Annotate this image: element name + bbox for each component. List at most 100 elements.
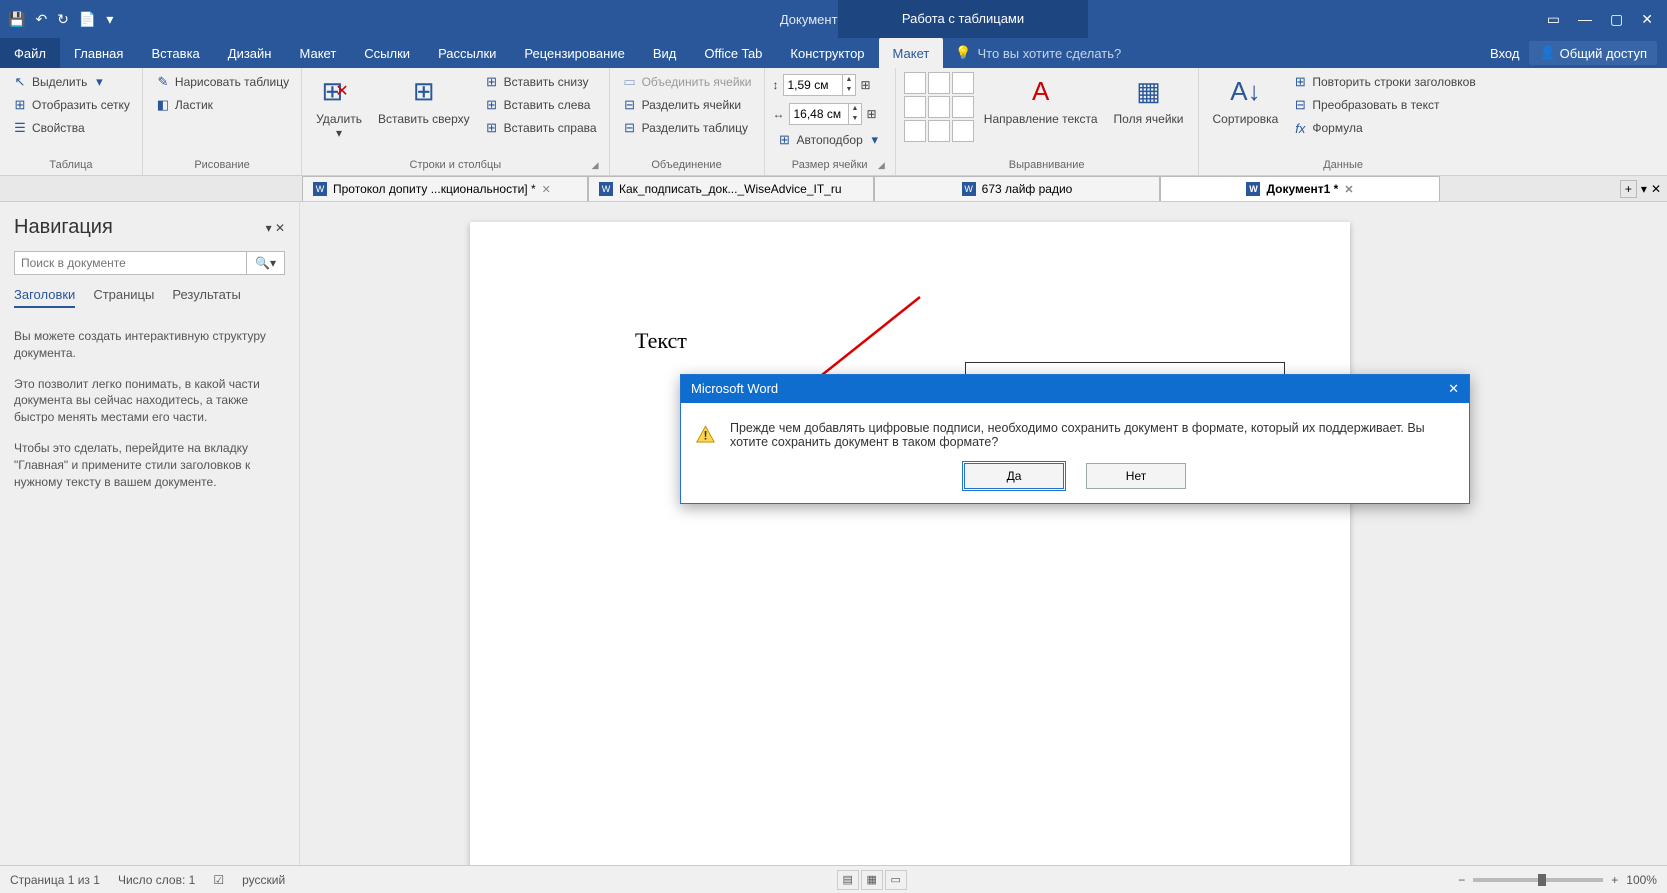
tab-home[interactable]: Главная bbox=[60, 38, 137, 68]
nav-search[interactable]: 🔍▾ bbox=[14, 251, 285, 275]
text-direction-icon: A bbox=[1025, 76, 1057, 108]
properties-icon: ☰ bbox=[12, 120, 28, 136]
align-tl[interactable] bbox=[904, 72, 926, 94]
dialog-titlebar[interactable]: Microsoft Word ✕ bbox=[681, 375, 1469, 403]
split-table-button[interactable]: ⊟Разделить таблицу bbox=[618, 118, 756, 138]
insert-right-button[interactable]: ⊞Вставить справа bbox=[480, 118, 601, 138]
dialog-yes-button[interactable]: Да bbox=[964, 463, 1064, 489]
grid-icon: ⊞ bbox=[12, 97, 28, 113]
nav-tab-pages[interactable]: Страницы bbox=[93, 287, 154, 308]
merge-cells-button[interactable]: ▭Объединить ячейки bbox=[618, 72, 756, 92]
chevron-down-icon: ▾ bbox=[867, 132, 883, 148]
status-page[interactable]: Страница 1 из 1 bbox=[10, 873, 100, 887]
dialog-no-button[interactable]: Нет bbox=[1086, 463, 1186, 489]
align-bc[interactable] bbox=[928, 120, 950, 142]
share-button[interactable]: 👤Общий доступ bbox=[1529, 41, 1657, 65]
nav-tab-headings[interactable]: Заголовки bbox=[14, 287, 75, 308]
document-area[interactable]: Текст Microsoft Word ✕ ! Прежде чем доба… bbox=[300, 202, 1667, 865]
eraser-button[interactable]: ◧Ластик bbox=[151, 95, 293, 115]
insert-right-icon: ⊞ bbox=[484, 120, 500, 136]
insert-above-button[interactable]: ⊞Вставить сверху bbox=[372, 72, 476, 130]
doc-tab[interactable]: W673 лайф радио bbox=[874, 176, 1160, 201]
tab-table-design[interactable]: Конструктор bbox=[776, 38, 878, 68]
view-web-icon[interactable]: ▭ bbox=[885, 870, 907, 890]
select-button[interactable]: ↖Выделить▾ bbox=[8, 72, 134, 92]
dialog-launcher-icon[interactable]: ◢ bbox=[592, 160, 599, 171]
status-word-count[interactable]: Число слов: 1 bbox=[118, 873, 195, 887]
tab-insert[interactable]: Вставка bbox=[137, 38, 213, 68]
doc-tab-active[interactable]: WДокумент1 *✕ bbox=[1160, 176, 1440, 201]
close-tab-icon[interactable]: ✕ bbox=[1344, 183, 1353, 196]
tab-references[interactable]: Ссылки bbox=[350, 38, 424, 68]
spin-up-icon[interactable]: ▲ bbox=[843, 75, 856, 85]
align-tr[interactable] bbox=[952, 72, 974, 94]
tab-design[interactable]: Дизайн bbox=[214, 38, 286, 68]
insert-above-icon: ⊞ bbox=[408, 76, 440, 108]
nav-close-icon[interactable]: ✕ bbox=[275, 221, 285, 235]
cell-margins-button[interactable]: ▦Поля ячейки bbox=[1108, 72, 1190, 130]
tab-view[interactable]: Вид bbox=[639, 38, 691, 68]
tab-menu-icon[interactable]: ▾ bbox=[1641, 182, 1647, 196]
view-gridlines-button[interactable]: ⊞Отобразить сетку bbox=[8, 95, 134, 115]
tab-file[interactable]: Файл bbox=[0, 38, 60, 68]
dialog-close-icon[interactable]: ✕ bbox=[1448, 381, 1459, 397]
draw-table-button[interactable]: ✎Нарисовать таблицу bbox=[151, 72, 293, 92]
convert-to-text-button[interactable]: ⊟Преобразовать в текст bbox=[1288, 95, 1479, 115]
spin-down-icon[interactable]: ▼ bbox=[849, 114, 862, 124]
tab-close-icon[interactable]: ✕ bbox=[1651, 182, 1661, 196]
align-bl[interactable] bbox=[904, 120, 926, 142]
col-width-input[interactable]: ▲▼ bbox=[789, 103, 863, 125]
distribute-cols-icon[interactable]: ⊞ bbox=[866, 107, 876, 121]
doc-tab[interactable]: WКак_подписать_док..._WiseAdvice_IT_ru bbox=[588, 176, 874, 201]
cursor-icon: ↖ bbox=[12, 74, 28, 90]
nav-tab-results[interactable]: Результаты bbox=[172, 287, 240, 308]
sort-icon: A↓ bbox=[1229, 76, 1261, 108]
zoom-slider[interactable] bbox=[1473, 878, 1603, 882]
tab-mailings[interactable]: Рассылки bbox=[424, 38, 510, 68]
warning-icon: ! bbox=[695, 421, 716, 449]
tab-table-layout[interactable]: Макет bbox=[879, 38, 944, 68]
zoom-out-icon[interactable]: − bbox=[1458, 873, 1465, 887]
close-tab-icon[interactable]: ✕ bbox=[542, 183, 551, 196]
autofit-button[interactable]: ⊞Автоподбор▾ bbox=[773, 130, 887, 150]
zoom-level[interactable]: 100% bbox=[1626, 873, 1657, 887]
align-mr[interactable] bbox=[952, 96, 974, 118]
align-tc[interactable] bbox=[928, 72, 950, 94]
spin-up-icon[interactable]: ▲ bbox=[849, 104, 862, 114]
nav-search-input[interactable] bbox=[15, 252, 246, 274]
distribute-rows-icon[interactable]: ⊞ bbox=[860, 78, 870, 92]
align-br[interactable] bbox=[952, 120, 974, 142]
view-print-icon[interactable]: ▦ bbox=[861, 870, 883, 890]
svg-text:!: ! bbox=[703, 428, 707, 442]
doc-tab[interactable]: WПротокол допиту ...кциональности] *✕ bbox=[302, 176, 588, 201]
spin-down-icon[interactable]: ▼ bbox=[843, 85, 856, 95]
tab-review[interactable]: Рецензирование bbox=[510, 38, 638, 68]
sign-in-link[interactable]: Вход bbox=[1490, 46, 1519, 61]
sort-button[interactable]: A↓Сортировка bbox=[1207, 72, 1285, 130]
text-direction-button[interactable]: AНаправление текста bbox=[978, 72, 1104, 130]
group-label: Размер ячейки◢ bbox=[773, 157, 887, 175]
insert-left-button[interactable]: ⊞Вставить слева bbox=[480, 95, 601, 115]
formula-button[interactable]: fxФормула bbox=[1288, 118, 1479, 138]
status-language[interactable]: русский bbox=[242, 873, 285, 887]
convert-icon: ⊟ bbox=[1292, 97, 1308, 113]
align-mc[interactable] bbox=[928, 96, 950, 118]
tell-me[interactable]: 💡Что вы хотите сделать? bbox=[943, 38, 1133, 68]
dialog-launcher-icon[interactable]: ◢ bbox=[878, 160, 885, 171]
split-cells-button[interactable]: ⊟Разделить ячейки bbox=[618, 95, 756, 115]
insert-below-button[interactable]: ⊞Вставить снизу bbox=[480, 72, 601, 92]
new-tab-icon[interactable]: + bbox=[1620, 180, 1637, 198]
row-height-input[interactable]: ▲▼ bbox=[783, 74, 857, 96]
proofing-icon[interactable]: ☑ bbox=[213, 873, 224, 887]
nav-menu-icon[interactable]: ▾ bbox=[266, 221, 272, 235]
autofit-icon: ⊞ bbox=[777, 132, 793, 148]
repeat-header-button[interactable]: ⊞Повторить строки заголовков bbox=[1288, 72, 1479, 92]
properties-button[interactable]: ☰Свойства bbox=[8, 118, 134, 138]
tab-office-tab[interactable]: Office Tab bbox=[690, 38, 776, 68]
align-ml[interactable] bbox=[904, 96, 926, 118]
tab-layout[interactable]: Макет bbox=[285, 38, 350, 68]
view-read-icon[interactable]: ▤ bbox=[837, 870, 859, 890]
delete-button[interactable]: ⊞✕Удалить▾ bbox=[310, 72, 368, 145]
search-icon[interactable]: 🔍▾ bbox=[246, 252, 284, 274]
zoom-in-icon[interactable]: + bbox=[1611, 873, 1618, 887]
